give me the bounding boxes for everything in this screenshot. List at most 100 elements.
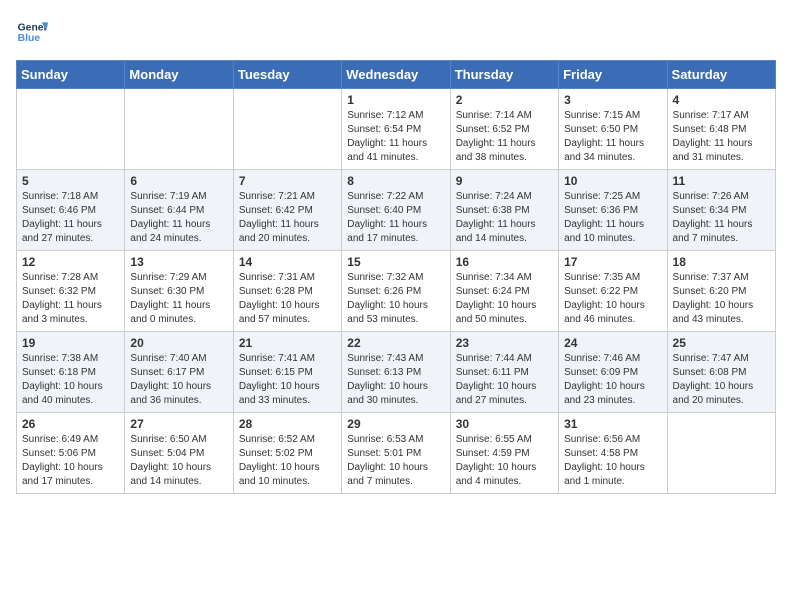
day-info: Sunrise: 7:15 AM Sunset: 6:50 PM Dayligh… (564, 109, 661, 165)
day-info: Sunrise: 6:50 AM Sunset: 5:04 PM Dayligh… (130, 433, 227, 489)
weekday-header-tuesday: Tuesday (233, 61, 341, 89)
calendar-cell: 6 Sunrise: 7:19 AM Sunset: 6:44 PM Daylig… (125, 170, 233, 251)
day-number: 4 (673, 93, 770, 107)
calendar-week-5: 26 Sunrise: 6:49 AM Sunset: 5:06 PM Dayli… (17, 413, 776, 494)
calendar-cell: 5Sunrise: 7:18 AM Sunset: 6:46 PM Daylig… (17, 170, 125, 251)
day-info: Sunrise: 7:21 AM Sunset: 6:42 PM Dayligh… (239, 190, 336, 246)
day-info: Sunrise: 7:12 AM Sunset: 6:54 PM Dayligh… (347, 109, 444, 165)
day-number: 22 (347, 336, 444, 350)
calendar-cell (233, 89, 341, 170)
calendar-week-1: 1Sunrise: 7:12 AM Sunset: 6:54 PM Daylig… (17, 89, 776, 170)
day-number: 3 (564, 93, 661, 107)
day-info: Sunrise: 7:26 AM Sunset: 6:34 PM Dayligh… (673, 190, 770, 246)
day-info: Sunrise: 7:24 AM Sunset: 6:38 PM Dayligh… (456, 190, 553, 246)
day-info: Sunrise: 7:25 AM Sunset: 6:36 PM Dayligh… (564, 190, 661, 246)
day-number: 9 (456, 174, 553, 188)
calendar-cell: 4 Sunrise: 7:17 AM Sunset: 6:48 PM Daylig… (667, 89, 775, 170)
calendar-cell: 20 Sunrise: 7:40 AM Sunset: 6:17 PM Dayli… (125, 332, 233, 413)
calendar-week-4: 19 Sunrise: 7:38 AM Sunset: 6:18 PM Dayli… (17, 332, 776, 413)
day-info: Sunrise: 7:22 AM Sunset: 6:40 PM Dayligh… (347, 190, 444, 246)
calendar-cell: 12 Sunrise: 7:28 AM Sunset: 6:32 PM Dayli… (17, 251, 125, 332)
calendar-table: SundayMondayTuesdayWednesdayThursdayFrid… (16, 60, 776, 494)
calendar-cell: 28 Sunrise: 6:52 AM Sunset: 5:02 PM Dayli… (233, 413, 341, 494)
calendar-cell: 21 Sunrise: 7:41 AM Sunset: 6:15 PM Dayli… (233, 332, 341, 413)
day-info: Sunrise: 7:32 AM Sunset: 6:26 PM Dayligh… (347, 271, 444, 327)
calendar-cell: 17Sunrise: 7:35 AM Sunset: 6:22 PM Dayli… (559, 251, 667, 332)
calendar-cell (667, 413, 775, 494)
day-number: 15 (347, 255, 444, 269)
day-info: Sunrise: 7:14 AM Sunset: 6:52 PM Dayligh… (456, 109, 553, 165)
logo: General Blue (16, 16, 48, 48)
calendar-cell: 2 Sunrise: 7:14 AM Sunset: 6:52 PM Daylig… (450, 89, 558, 170)
day-info: Sunrise: 7:41 AM Sunset: 6:15 PM Dayligh… (239, 352, 336, 408)
day-info: Sunrise: 7:44 AM Sunset: 6:11 PM Dayligh… (456, 352, 553, 408)
day-number: 7 (239, 174, 336, 188)
day-number: 12 (22, 255, 119, 269)
page-header: General Blue (16, 16, 776, 48)
day-number: 13 (130, 255, 227, 269)
calendar-cell: 15 Sunrise: 7:32 AM Sunset: 6:26 PM Dayli… (342, 251, 450, 332)
day-number: 23 (456, 336, 553, 350)
day-info: Sunrise: 6:53 AM Sunset: 5:01 PM Dayligh… (347, 433, 444, 489)
day-number: 11 (673, 174, 770, 188)
calendar-week-3: 12 Sunrise: 7:28 AM Sunset: 6:32 PM Dayli… (17, 251, 776, 332)
day-number: 29 (347, 417, 444, 431)
day-info: Sunrise: 7:34 AM Sunset: 6:24 PM Dayligh… (456, 271, 553, 327)
weekday-header-sunday: Sunday (17, 61, 125, 89)
day-number: 31 (564, 417, 661, 431)
day-number: 14 (239, 255, 336, 269)
day-number: 17 (564, 255, 661, 269)
day-number: 2 (456, 93, 553, 107)
calendar-cell: 30Sunrise: 6:55 AM Sunset: 4:59 PM Dayli… (450, 413, 558, 494)
calendar-cell (125, 89, 233, 170)
day-info: Sunrise: 7:40 AM Sunset: 6:17 PM Dayligh… (130, 352, 227, 408)
weekday-header-monday: Monday (125, 61, 233, 89)
logo-icon: General Blue (16, 16, 48, 48)
day-number: 19 (22, 336, 119, 350)
calendar-cell: 8 Sunrise: 7:22 AM Sunset: 6:40 PM Daylig… (342, 170, 450, 251)
weekday-header-saturday: Saturday (667, 61, 775, 89)
day-info: Sunrise: 7:19 AM Sunset: 6:44 PM Dayligh… (130, 190, 227, 246)
calendar-cell: 9 Sunrise: 7:24 AM Sunset: 6:38 PM Daylig… (450, 170, 558, 251)
day-info: Sunrise: 6:55 AM Sunset: 4:59 PM Dayligh… (456, 433, 553, 489)
calendar-cell: 19 Sunrise: 7:38 AM Sunset: 6:18 PM Dayli… (17, 332, 125, 413)
day-number: 24 (564, 336, 661, 350)
calendar-cell: 7 Sunrise: 7:21 AM Sunset: 6:42 PM Daylig… (233, 170, 341, 251)
day-info: Sunrise: 7:46 AM Sunset: 6:09 PM Dayligh… (564, 352, 661, 408)
day-number: 27 (130, 417, 227, 431)
day-info: Sunrise: 7:28 AM Sunset: 6:32 PM Dayligh… (22, 271, 119, 327)
day-info: Sunrise: 7:43 AM Sunset: 6:13 PM Dayligh… (347, 352, 444, 408)
calendar-cell (17, 89, 125, 170)
calendar-cell: 14 Sunrise: 7:31 AM Sunset: 6:28 PM Dayli… (233, 251, 341, 332)
day-number: 18 (673, 255, 770, 269)
day-number: 16 (456, 255, 553, 269)
day-info: Sunrise: 7:47 AM Sunset: 6:08 PM Dayligh… (673, 352, 770, 408)
day-info: Sunrise: 7:38 AM Sunset: 6:18 PM Dayligh… (22, 352, 119, 408)
calendar-cell: 16 Sunrise: 7:34 AM Sunset: 6:24 PM Dayli… (450, 251, 558, 332)
day-number: 26 (22, 417, 119, 431)
calendar-cell: 18 Sunrise: 7:37 AM Sunset: 6:20 PM Dayli… (667, 251, 775, 332)
day-number: 10 (564, 174, 661, 188)
calendar-cell: 27 Sunrise: 6:50 AM Sunset: 5:04 PM Dayli… (125, 413, 233, 494)
calendar-cell: 23 Sunrise: 7:44 AM Sunset: 6:11 PM Dayli… (450, 332, 558, 413)
day-info: Sunrise: 6:49 AM Sunset: 5:06 PM Dayligh… (22, 433, 119, 489)
calendar-cell: 31Sunrise: 6:56 AM Sunset: 4:58 PM Dayli… (559, 413, 667, 494)
day-info: Sunrise: 6:52 AM Sunset: 5:02 PM Dayligh… (239, 433, 336, 489)
day-info: Sunrise: 7:29 AM Sunset: 6:30 PM Dayligh… (130, 271, 227, 327)
day-number: 20 (130, 336, 227, 350)
calendar-cell: 3 Sunrise: 7:15 AM Sunset: 6:50 PM Daylig… (559, 89, 667, 170)
calendar-cell: 22 Sunrise: 7:43 AM Sunset: 6:13 PM Dayli… (342, 332, 450, 413)
calendar-cell: 26 Sunrise: 6:49 AM Sunset: 5:06 PM Dayli… (17, 413, 125, 494)
day-info: Sunrise: 7:37 AM Sunset: 6:20 PM Dayligh… (673, 271, 770, 327)
day-number: 8 (347, 174, 444, 188)
day-info: Sunrise: 7:17 AM Sunset: 6:48 PM Dayligh… (673, 109, 770, 165)
weekday-header-row: SundayMondayTuesdayWednesdayThursdayFrid… (17, 61, 776, 89)
calendar-cell: 24 Sunrise: 7:46 AM Sunset: 6:09 PM Dayli… (559, 332, 667, 413)
weekday-header-wednesday: Wednesday (342, 61, 450, 89)
day-number: 6 (130, 174, 227, 188)
calendar-cell: 29 Sunrise: 6:53 AM Sunset: 5:01 PM Dayli… (342, 413, 450, 494)
day-number: 28 (239, 417, 336, 431)
calendar-cell: 10 Sunrise: 7:25 AM Sunset: 6:36 PM Dayli… (559, 170, 667, 251)
day-number: 21 (239, 336, 336, 350)
day-info: Sunrise: 7:31 AM Sunset: 6:28 PM Dayligh… (239, 271, 336, 327)
